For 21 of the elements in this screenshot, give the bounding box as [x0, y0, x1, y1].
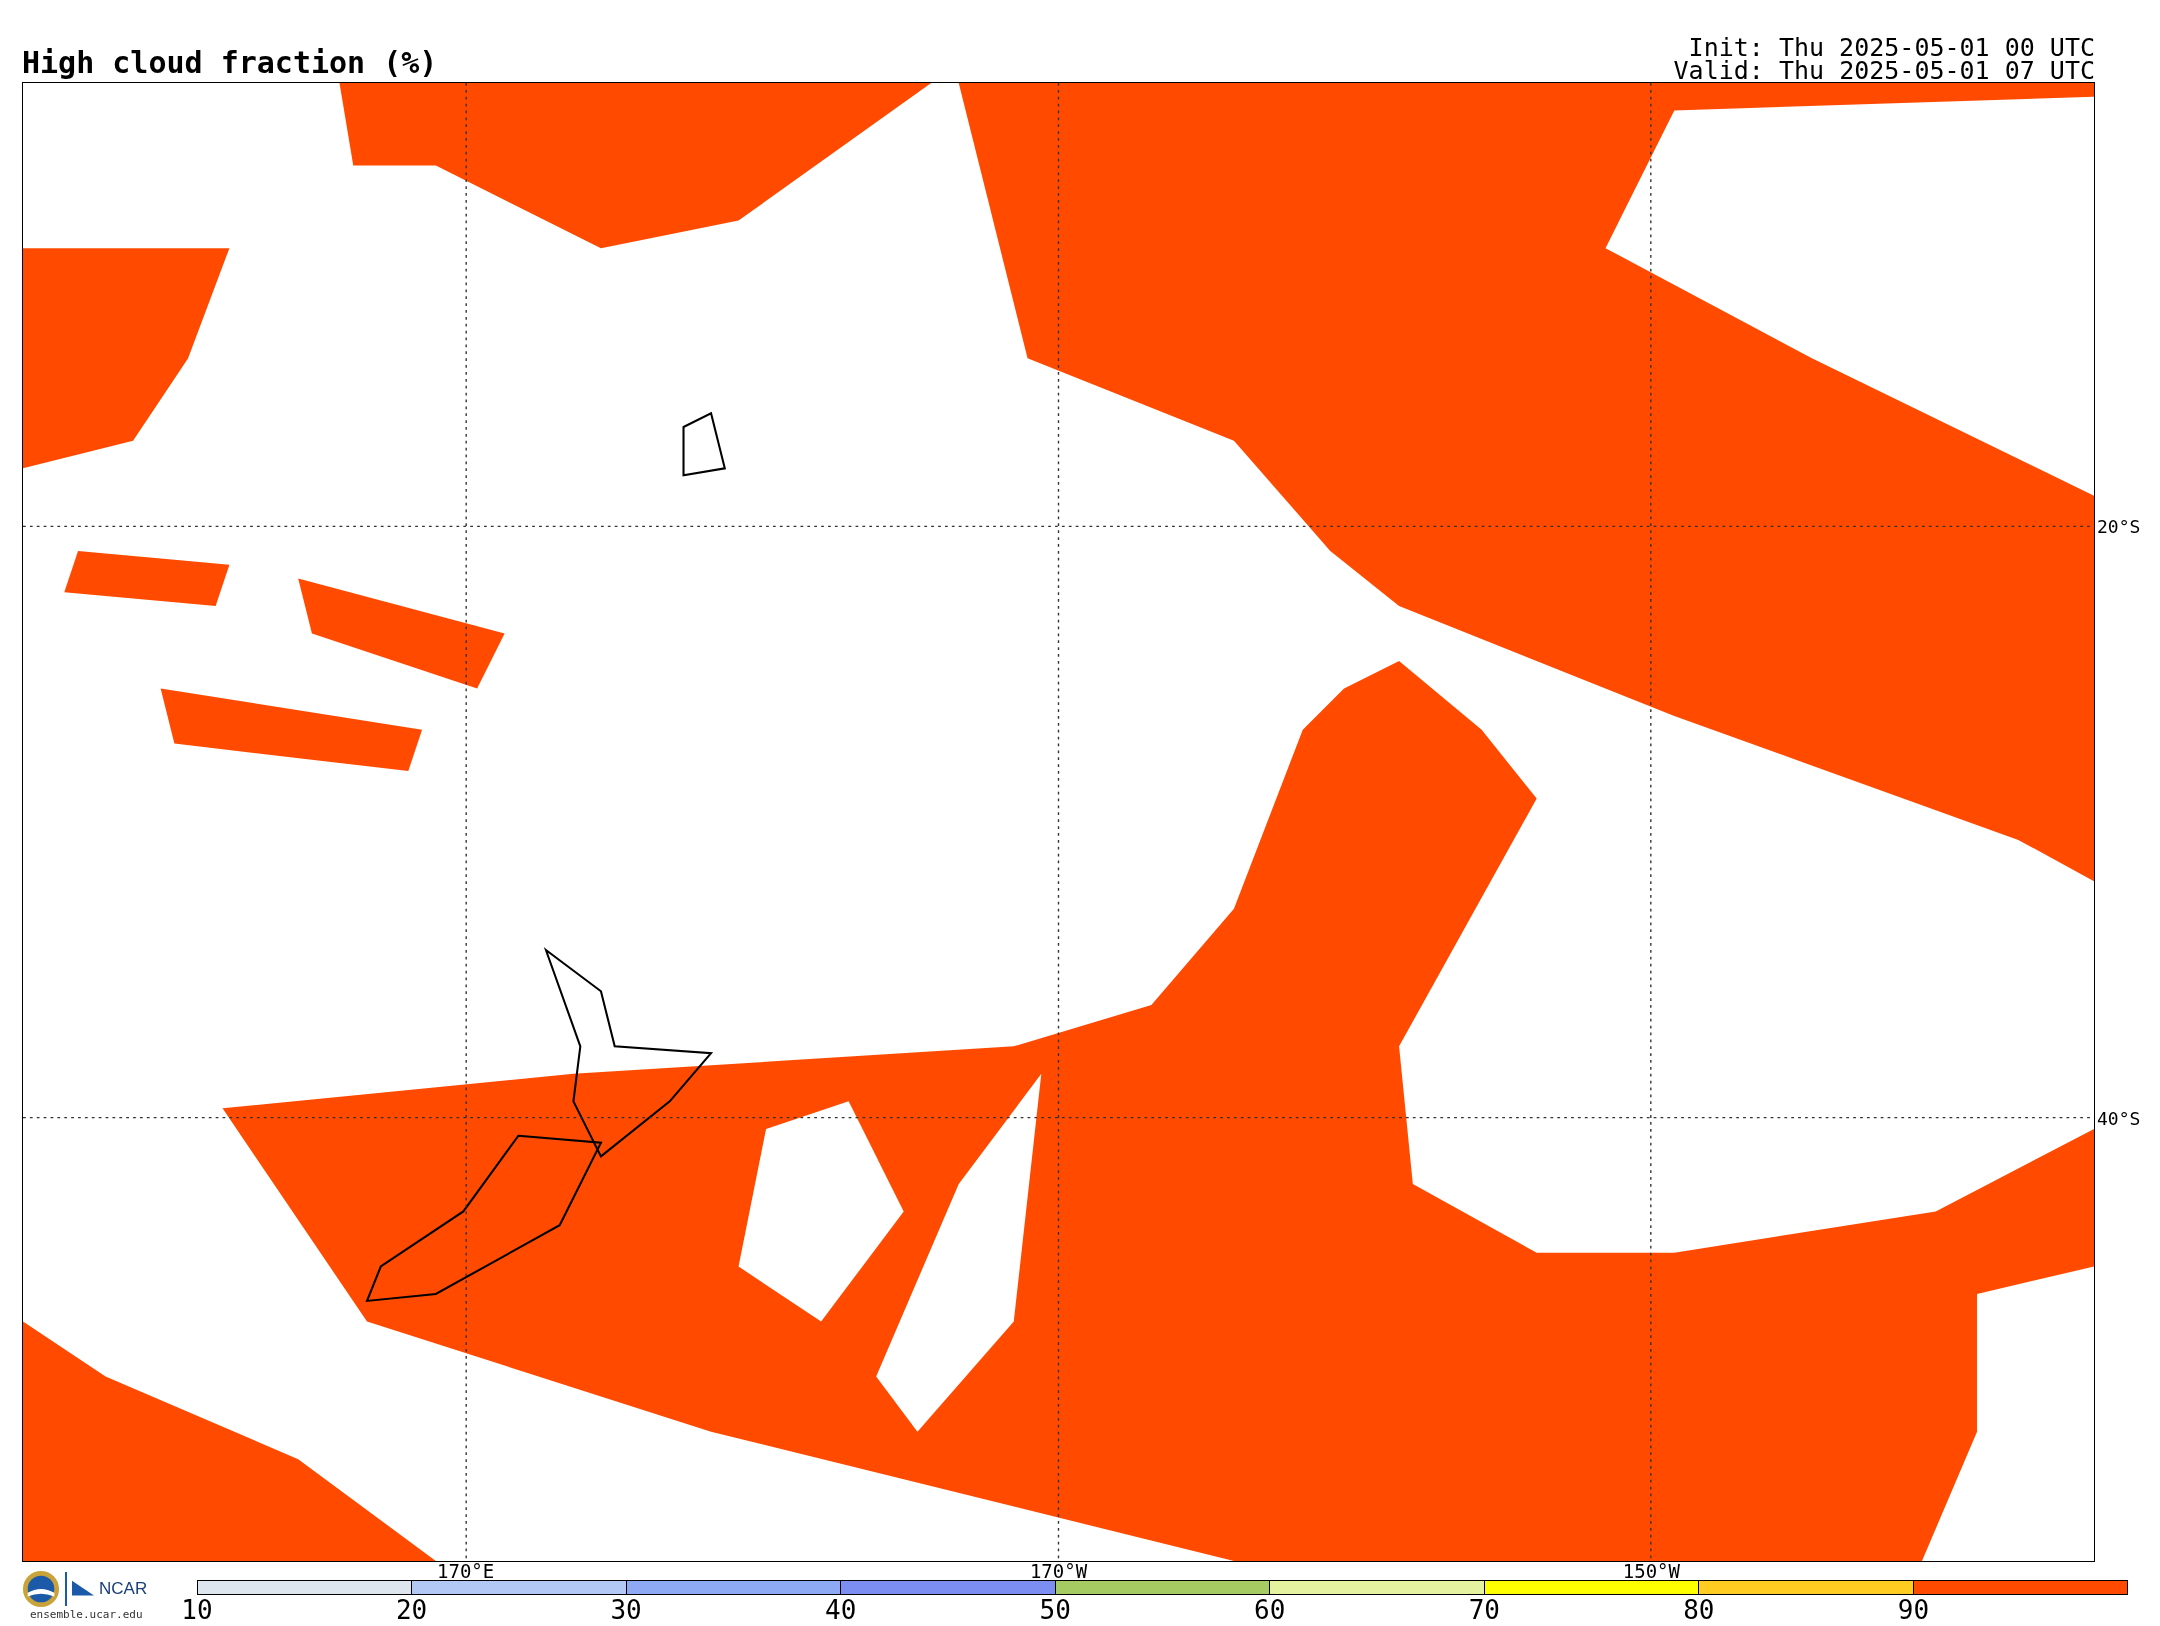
- scale-value: 90: [1897, 1595, 1930, 1625]
- scale-value: 80: [1683, 1595, 1715, 1625]
- flag-icon: [72, 1580, 94, 1598]
- scale-value: 30: [610, 1595, 642, 1625]
- scale-value: 20: [395, 1595, 428, 1625]
- logo-text: NCAR: [99, 1579, 148, 1599]
- scale-value: 40: [825, 1595, 857, 1625]
- run-time-text: Init: Thu 2025-05-01 00 UTC: [1688, 36, 2095, 59]
- longitude-label: 170°W: [1029, 1562, 1088, 1580]
- longitude-label: 150°W: [1622, 1562, 1680, 1580]
- longitude-label: 170°E: [437, 1562, 495, 1580]
- website-text: ensemble.ucar.edu: [30, 1608, 143, 1621]
- scale-value: 10: [181, 1595, 213, 1625]
- scale-value: 60: [1254, 1595, 1286, 1625]
- scale-value: 50: [1039, 1595, 1071, 1625]
- chart-title: High cloud fraction (%): [22, 46, 438, 80]
- latitude-label: 20°S: [2097, 515, 2141, 537]
- emblem-icon: [22, 1570, 60, 1608]
- run-time-text: Valid: Thu 2025-05-01 07 UTC: [1673, 59, 2095, 82]
- latitude-label: 40°S: [2097, 1107, 2141, 1129]
- scale-value: 70: [1468, 1595, 1500, 1625]
